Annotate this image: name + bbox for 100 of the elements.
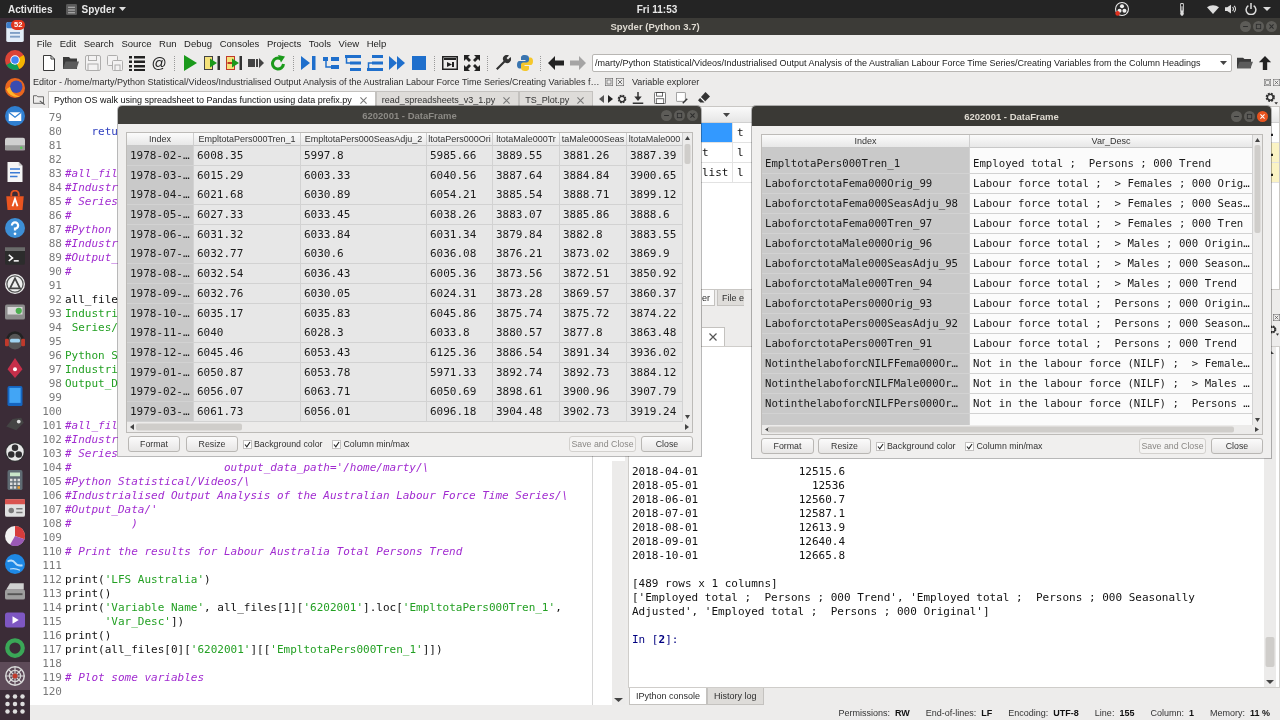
checkbox-label[interactable]: Column min/max [343,439,410,449]
aperture-icon[interactable] [5,442,25,462]
pie-icon[interactable] [5,526,25,546]
import-icon[interactable] [632,92,644,104]
step-icon[interactable] [323,55,339,71]
dialog-button[interactable]: Close [641,436,693,452]
menu-item[interactable]: View [334,38,363,49]
console-tab[interactable] [702,327,725,346]
maximize-pane-icon[interactable] [442,55,458,71]
undock-icon[interactable] [1264,78,1271,86]
checkbox[interactable] [965,441,975,451]
open-folder-icon[interactable] [1237,56,1253,70]
help-icon[interactable] [5,218,25,238]
run-cell-advance-icon[interactable] [226,55,242,71]
triangle-icon[interactable] [5,274,25,294]
vertical-scrollbar[interactable] [1253,135,1262,425]
checkbox-label[interactable]: Background color [254,439,323,449]
gear-icon[interactable] [617,94,628,104]
up-arrow-icon[interactable] [1258,56,1272,70]
volume-icon[interactable] [1225,4,1237,14]
table-cell[interactable] [701,123,733,143]
menu-item[interactable]: Projects [263,38,306,49]
new-file-icon[interactable] [41,55,57,71]
ring-icon[interactable] [5,638,25,658]
menu-item[interactable]: Run [155,38,181,49]
wrench-icon[interactable] [495,55,511,71]
menu-item[interactable]: Help [362,38,390,49]
run-selection-icon[interactable] [248,55,264,71]
menu-item[interactable]: Consoles [215,38,264,49]
close-icon[interactable] [709,333,717,341]
checkbox[interactable] [243,439,252,449]
at-sign-button[interactable]: @ [151,55,167,71]
step-return-icon[interactable] [367,55,383,71]
id-card-icon[interactable] [5,498,25,518]
terminal-icon[interactable] [5,246,25,266]
app-menu[interactable]: Spyder [81,3,116,15]
menu-item[interactable]: Debug [180,38,216,49]
caret-down-icon[interactable] [119,7,127,11]
fullscreen-icon[interactable] [464,55,480,71]
scanner-icon[interactable] [5,582,25,602]
browse-tabs-icon[interactable] [33,93,45,105]
menu-item[interactable]: Search [79,38,118,49]
shopping-bag-icon[interactable] [5,190,25,210]
pane-tab[interactable]: er [702,290,715,306]
debug-icon[interactable] [301,55,317,71]
headset-icon[interactable] [5,330,25,350]
wifi-icon[interactable] [1207,4,1219,14]
rerun-icon[interactable] [270,55,286,71]
console-tab[interactable]: History log [707,688,764,705]
checkbox-label[interactable]: Column min/max [976,441,1043,451]
dialog-button[interactable]: Format [761,438,814,454]
video-icon[interactable] [5,610,25,630]
step-into-icon[interactable] [345,55,361,71]
gear-menu-icon[interactable] [1265,91,1278,105]
dialog-button[interactable]: Resize [186,436,238,452]
clock[interactable]: Fri 11:53 [636,3,678,15]
document-icon[interactable] [5,162,25,182]
undock-icon[interactable] [605,78,613,86]
vertical-scrollbar[interactable] [683,133,692,422]
menu-item[interactable]: Edit [55,38,80,49]
dialog-button[interactable]: Format [128,436,180,452]
menu-item[interactable]: Source [117,38,156,49]
globe-icon[interactable] [5,78,25,98]
browser-icon[interactable] [5,50,25,70]
save-icon[interactable] [654,92,666,104]
stop-icon[interactable] [411,55,427,71]
sort-caret-icon[interactable] [723,112,730,117]
horizontal-scrollbar[interactable] [762,425,1262,434]
menu-item[interactable]: Tools [305,38,335,49]
diamond-icon[interactable] [5,358,25,378]
apps-grid-icon[interactable] [5,694,25,714]
eraser-icon[interactable] [698,92,710,104]
scroll-right-icon[interactable] [608,95,614,103]
calculator-icon[interactable] [5,470,25,490]
checkbox[interactable] [332,439,342,449]
power-icon[interactable] [1245,3,1257,15]
logo-icon[interactable] [517,55,533,71]
path-combobox[interactable]: /marty/Python Statistical/Videos/Industrialised Output Analysis of the Australian Labour Force Time Series/Creating Variables from the Column Headings [592,54,1232,72]
horizontal-scrollbar[interactable] [127,422,692,432]
tablet-icon[interactable] [5,386,25,406]
checkbox-label[interactable]: Background color [887,441,956,451]
globe-icon[interactable] [5,554,25,574]
run-cell-icon[interactable] [204,55,220,71]
dialog-button[interactable]: Close [1211,438,1263,454]
thermometer-icon[interactable] [1178,2,1186,16]
vertical-scrollbar[interactable] [612,461,625,705]
caret-down-icon[interactable] [1263,7,1271,11]
play-icon[interactable] [182,55,198,71]
dialog-button[interactable]: Resize [818,438,871,454]
scroll-left-icon[interactable] [599,95,605,103]
console-tab[interactable]: IPython console [629,688,708,705]
close-icon[interactable] [1257,110,1268,122]
pane-tab[interactable]: File e [717,290,745,306]
caret-down-icon[interactable] [1220,61,1227,65]
fast-forward-icon[interactable] [389,55,405,71]
back-arrow-icon[interactable] [548,55,564,71]
save-as-icon[interactable] [676,92,688,104]
file-tab[interactable]: Python OS walk using spreadsheet to Pandas function using data prefix.py [48,91,376,108]
spider-web-icon[interactable] [0,662,30,690]
mail-icon[interactable] [5,106,25,126]
